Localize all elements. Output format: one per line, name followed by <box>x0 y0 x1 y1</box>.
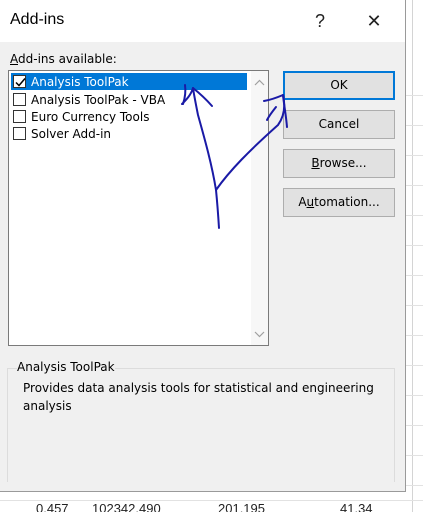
description-title: Analysis ToolPak <box>17 360 115 374</box>
scroll-up-icon[interactable] <box>251 75 268 92</box>
sheet-cell[interactable]: 102342.490 <box>92 501 161 512</box>
sheet-cell[interactable]: 201.195 <box>218 501 265 512</box>
add-ins-available-label: Add-ins available: <box>10 52 117 66</box>
checkbox[interactable] <box>13 75 26 88</box>
list-item-label: Euro Currency Tools <box>31 109 150 124</box>
list-item-label: Solver Add-in <box>31 126 112 141</box>
checkbox[interactable] <box>13 127 26 140</box>
sheet-cell[interactable]: 0.457 <box>36 501 69 512</box>
list-item-label: Analysis ToolPak <box>31 74 129 89</box>
description-group: Analysis ToolPak Provides data analysis … <box>7 360 395 482</box>
browse-button[interactable]: Browse... <box>283 149 395 178</box>
ok-button[interactable]: OK <box>283 71 395 100</box>
list-item-analysis-toolpak-vba[interactable]: Analysis ToolPak - VBA <box>11 91 247 108</box>
automation-button[interactable]: Automation... <box>283 188 395 217</box>
list-item-analysis-toolpak[interactable]: Analysis ToolPak <box>11 73 247 90</box>
accelerator-char: B <box>311 156 320 170</box>
checkbox[interactable] <box>13 110 26 123</box>
button-label-rest: tomation... <box>314 195 380 209</box>
scroll-down-icon[interactable] <box>251 325 268 342</box>
cancel-button[interactable]: Cancel <box>283 110 395 139</box>
list-item-euro-currency-tools[interactable]: Euro Currency Tools <box>11 108 247 125</box>
list-item-label: Analysis ToolPak - VBA <box>31 92 166 107</box>
label-rest: dd-ins available: <box>18 52 117 66</box>
accelerator-char: A <box>10 52 18 66</box>
list-item-solver-add-in[interactable]: Solver Add-in <box>11 125 247 142</box>
description-text: Provides data analysis tools for statist… <box>23 381 374 413</box>
sheet-gridline <box>412 0 413 512</box>
add-ins-dialog: Add-ins ? ✕ Add-ins available: Analysis … <box>0 0 406 492</box>
accelerator-char: u <box>306 195 315 209</box>
sheet-cell[interactable]: 41.34 <box>340 501 373 512</box>
checkmark-icon <box>15 78 26 87</box>
help-button[interactable]: ? <box>304 5 336 37</box>
listbox-scrollbar[interactable] <box>251 71 268 345</box>
add-ins-listbox[interactable]: Analysis ToolPak Analysis ToolPak - VBA … <box>8 70 269 346</box>
close-button[interactable]: ✕ <box>358 5 390 37</box>
button-label-start: A <box>298 195 307 209</box>
dialog-titlebar[interactable]: Add-ins ? ✕ <box>0 0 405 42</box>
checkbox[interactable] <box>13 93 26 106</box>
button-label-rest: rowse... <box>319 156 367 170</box>
dialog-title: Add-ins <box>10 11 65 28</box>
